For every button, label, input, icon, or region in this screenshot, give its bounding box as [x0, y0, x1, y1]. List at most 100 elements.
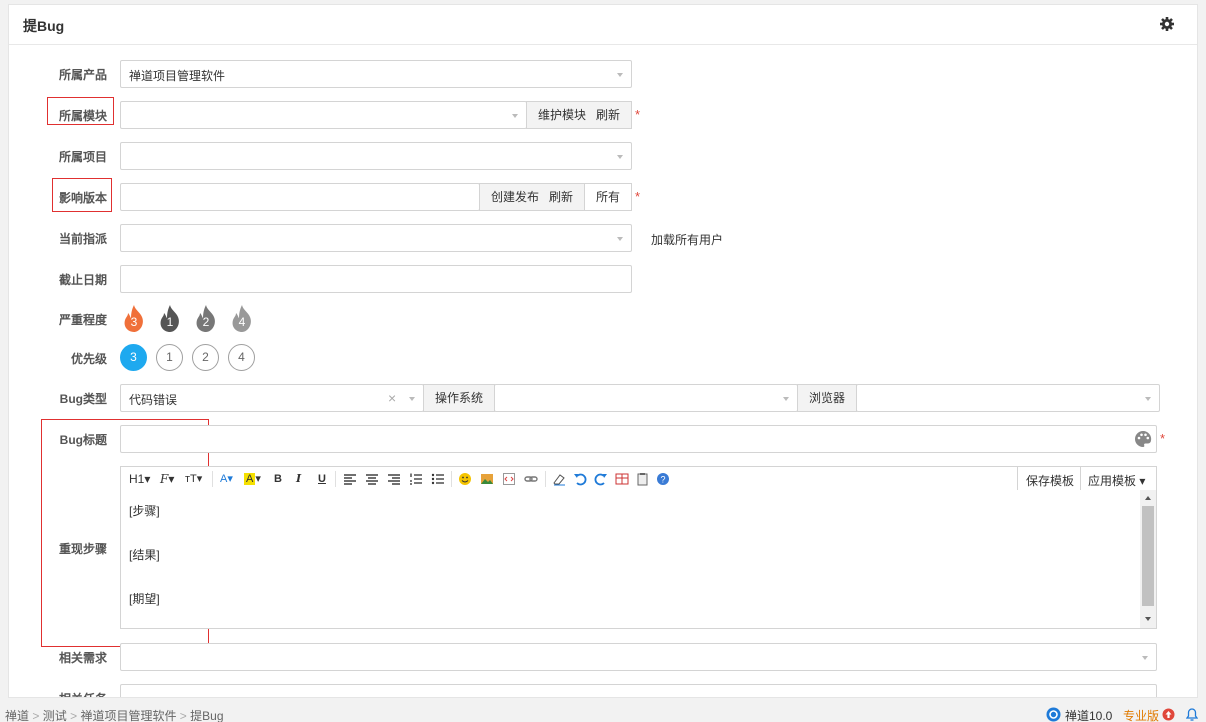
eraser-icon[interactable]	[552, 472, 566, 486]
chevron-down-icon	[783, 397, 789, 401]
edition-label[interactable]: 专业版	[1123, 707, 1159, 722]
build-label: 影响版本	[58, 191, 107, 205]
toolbar-divider	[451, 471, 452, 487]
font-color-label: A	[220, 473, 228, 485]
os-select[interactable]	[494, 384, 798, 412]
refresh-module-button[interactable]: 刷新	[596, 108, 620, 122]
clipboard-icon[interactable]	[636, 472, 650, 486]
page-title: 提Bug	[23, 18, 65, 34]
gear-icon[interactable]	[1159, 16, 1175, 32]
build-select[interactable]	[120, 183, 480, 211]
load-all-users-link[interactable]: 加载所有用户	[651, 231, 723, 248]
bug-title-input[interactable]	[120, 425, 1157, 453]
required-mark: *	[635, 189, 641, 204]
breadcrumb-item[interactable]: 禅道	[5, 709, 29, 722]
severity-option[interactable]: 3	[120, 304, 148, 334]
severity-value: 4	[238, 315, 246, 329]
code-icon[interactable]	[502, 472, 516, 486]
deadline-input[interactable]	[120, 265, 632, 293]
template-actions: 保存模板 应用模板 ▾	[1017, 467, 1158, 490]
required-mark: *	[1160, 431, 1166, 446]
priority-option[interactable]: 1	[156, 344, 183, 371]
steps-line: [期望]	[129, 592, 160, 606]
severity-option[interactable]: 1	[156, 304, 184, 334]
underline-button[interactable]: U	[318, 472, 326, 486]
project-label: 所属项目	[58, 150, 107, 164]
steps-line: [步骤]	[129, 504, 160, 518]
link-icon[interactable]	[524, 472, 538, 486]
bell-icon[interactable]	[1186, 708, 1198, 721]
os-label: 操作系统	[423, 384, 495, 412]
font-color-button[interactable]: A▾	[220, 472, 233, 486]
priority-option[interactable]: 3	[120, 344, 147, 371]
priority-option[interactable]: 4	[228, 344, 255, 371]
priority-option[interactable]: 2	[192, 344, 219, 371]
palette-icon[interactable]	[1134, 430, 1152, 448]
severity-value: 2	[202, 315, 210, 329]
italic-button[interactable]: I	[296, 472, 301, 486]
version-label[interactable]: 禅道10.0	[1065, 707, 1112, 722]
chevron-down-icon	[409, 397, 415, 401]
save-template-button[interactable]: 保存模板	[1026, 472, 1074, 489]
story-select[interactable]	[120, 643, 1157, 671]
zentao-logo-icon	[1046, 707, 1061, 722]
align-left-icon[interactable]	[343, 472, 357, 486]
table-icon[interactable]	[615, 472, 629, 486]
status-bar: 禅道 > 测试 > 禅道项目管理软件 > 提Bug 禅道10.0 专业版	[0, 705, 1206, 722]
scrollbar-thumb[interactable]	[1142, 506, 1154, 606]
module-select[interactable]	[120, 101, 527, 129]
apply-template-button[interactable]: 应用模板 ▾	[1088, 472, 1145, 489]
refresh-build-button[interactable]: 刷新	[549, 190, 573, 204]
font-family-button[interactable]: F▾	[160, 472, 174, 486]
bg-color-button[interactable]: A ▾	[244, 472, 261, 486]
svg-text:?: ?	[660, 475, 665, 485]
chevron-down-icon	[1142, 697, 1148, 698]
font-family-label: F	[160, 472, 169, 486]
align-right-icon[interactable]	[387, 472, 401, 486]
type-label: Bug类型	[59, 392, 107, 406]
breadcrumb-item[interactable]: 禅道项目管理软件	[80, 709, 176, 722]
clear-icon[interactable]: ×	[388, 390, 396, 406]
scroll-up-icon[interactable]	[1145, 496, 1151, 500]
toolbar-divider	[335, 471, 336, 487]
severity-option[interactable]: 2	[192, 304, 220, 334]
project-select[interactable]	[120, 142, 632, 170]
redo-icon[interactable]	[594, 472, 608, 486]
product-select[interactable]: 禅道项目管理软件	[120, 60, 632, 88]
emoji-icon[interactable]	[458, 472, 472, 486]
deadline-label: 截止日期	[58, 273, 107, 287]
help-icon[interactable]: ?	[656, 472, 670, 486]
severity-value: 3	[130, 315, 138, 329]
scroll-down-icon[interactable]	[1145, 617, 1151, 621]
module-label: 所属模块	[58, 109, 107, 123]
align-center-icon[interactable]	[365, 472, 379, 486]
upgrade-icon[interactable]	[1162, 708, 1175, 721]
severity-option[interactable]: 4	[228, 304, 256, 334]
unordered-list-icon[interactable]	[431, 472, 445, 486]
heading-button[interactable]: H1▾	[129, 472, 150, 486]
steps-editor[interactable]: [步骤] [结果] [期望]	[120, 490, 1157, 629]
task-select[interactable]	[120, 684, 1157, 698]
severity-label: 严重程度	[58, 313, 107, 327]
undo-icon[interactable]	[573, 472, 587, 486]
bold-button[interactable]: B	[274, 472, 282, 486]
browser-select[interactable]	[856, 384, 1160, 412]
build-actions: 创建发布 刷新	[479, 183, 585, 211]
assign-label: 当前指派	[58, 232, 107, 246]
editor-scrollbar[interactable]	[1140, 490, 1156, 628]
ordered-list-icon[interactable]	[409, 472, 423, 486]
all-builds-button[interactable]: 所有	[584, 183, 632, 211]
apply-template-label: 应用模板	[1088, 474, 1137, 488]
type-select[interactable]: 代码错误 ×	[120, 384, 424, 412]
create-release-button[interactable]: 创建发布	[491, 190, 539, 204]
font-size-button[interactable]: тT▾	[185, 472, 202, 486]
breadcrumb-separator: >	[70, 709, 78, 722]
image-icon[interactable]	[480, 472, 494, 486]
browser-label: 浏览器	[797, 384, 857, 412]
severity-value: 1	[166, 315, 174, 329]
task-label: 相关任务	[9, 690, 107, 697]
chevron-down-icon	[1142, 656, 1148, 660]
breadcrumb-item[interactable]: 测试	[43, 709, 67, 722]
assign-select[interactable]	[120, 224, 632, 252]
maintain-module-button[interactable]: 维护模块	[538, 108, 586, 122]
